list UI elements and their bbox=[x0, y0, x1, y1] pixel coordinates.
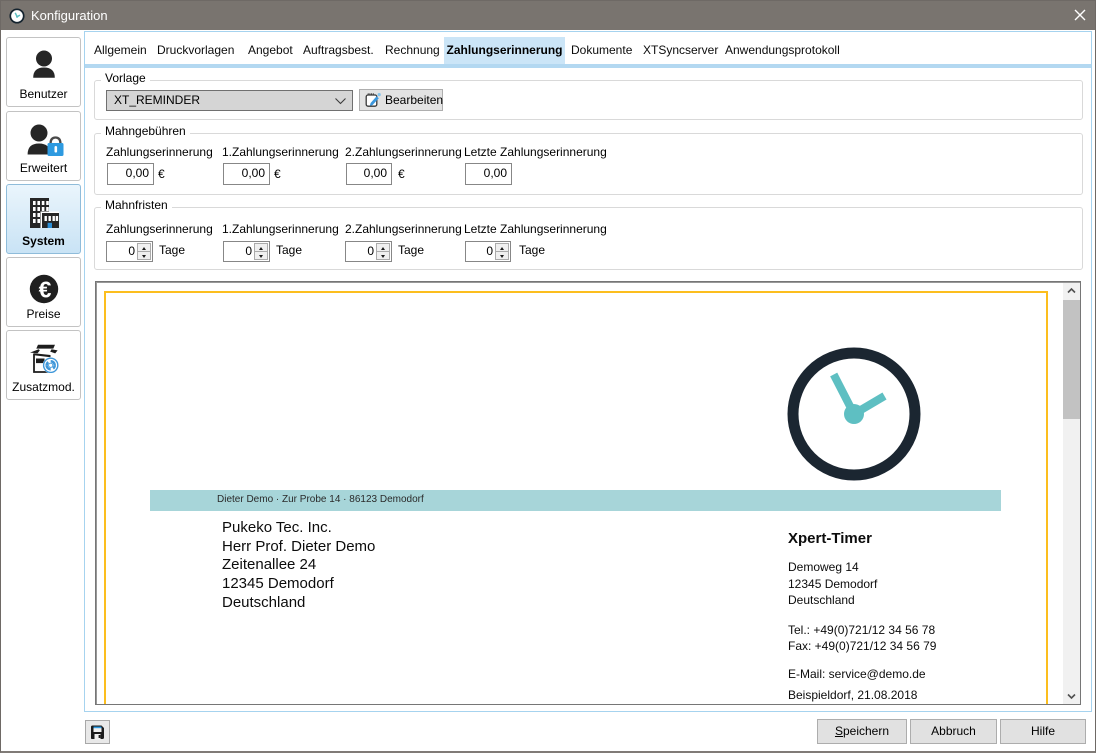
svg-text:€: € bbox=[38, 277, 51, 303]
